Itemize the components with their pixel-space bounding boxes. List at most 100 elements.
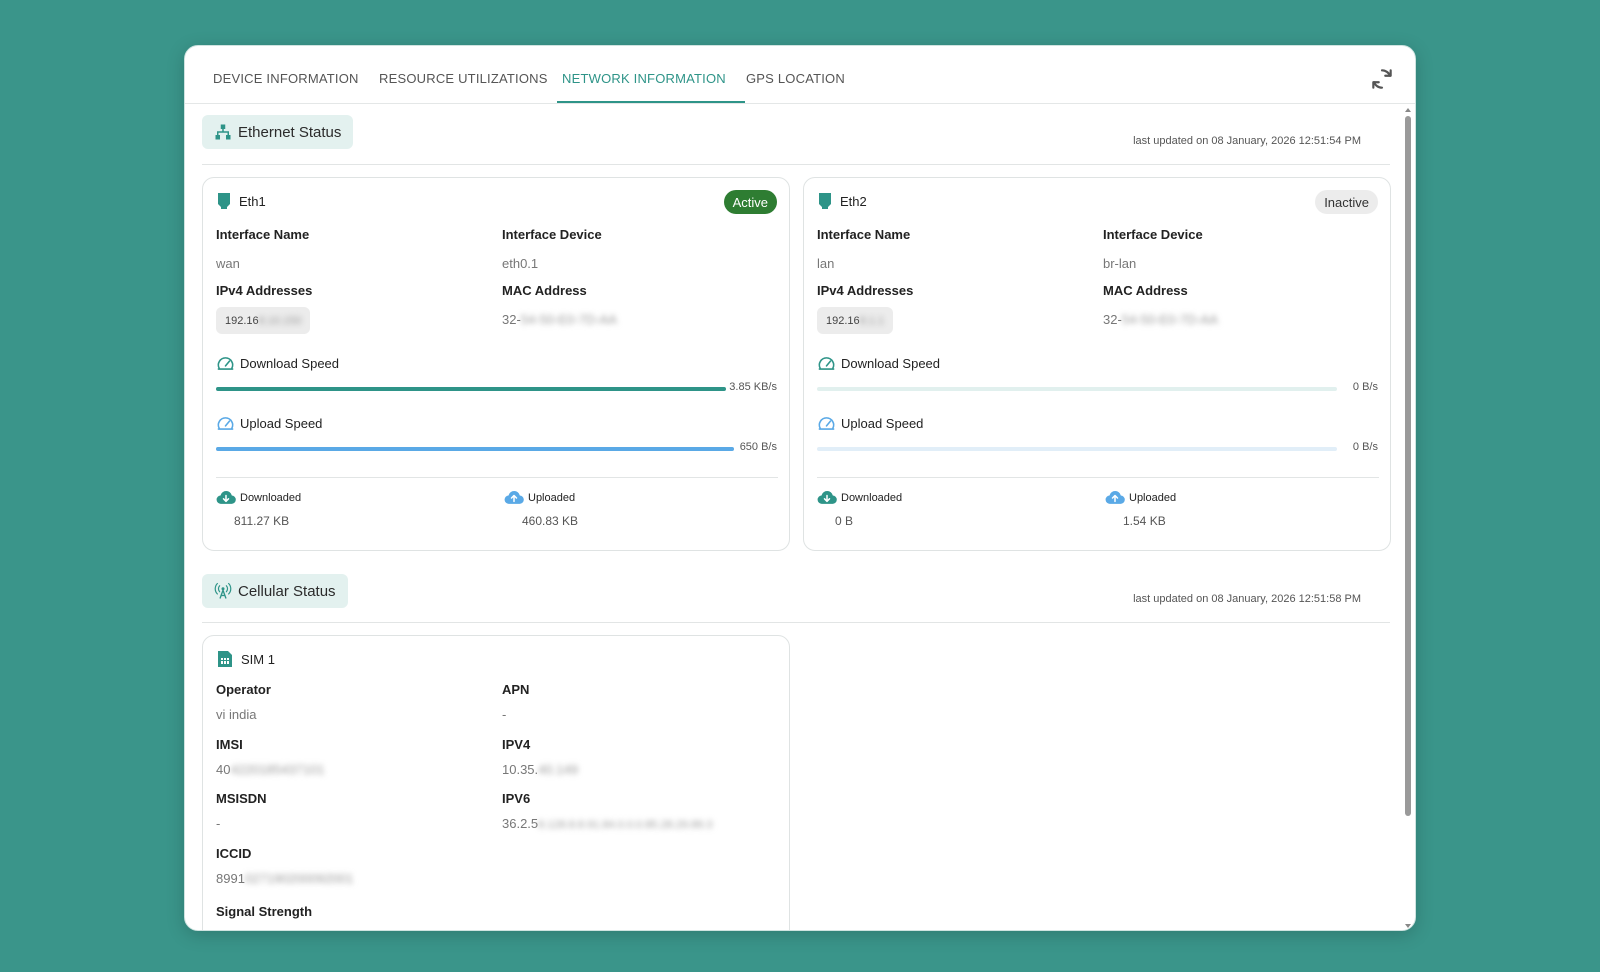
antenna-icon	[214, 582, 232, 599]
ipv4-visible: 192.16	[225, 314, 259, 327]
speedometer-icon	[217, 357, 234, 370]
eth2-title: Eth2	[818, 192, 867, 210]
status-badge: Inactive	[1315, 190, 1378, 214]
active-tab-indicator	[557, 101, 745, 103]
ipv4-chip: 192.16 8.1.1	[817, 307, 894, 334]
uploaded-text: Uploaded	[1129, 492, 1177, 504]
msisdn-label: MSISDN	[216, 791, 267, 806]
imsi-label: IMSI	[216, 737, 243, 752]
imsi-visible: 40	[216, 762, 231, 777]
operator-value: vi india	[216, 707, 257, 722]
status-badge: Active	[723, 190, 777, 214]
interface-device-label: Interface Device	[502, 227, 602, 242]
ipv6-visible: 36.2.5	[502, 816, 539, 831]
tab-device-information[interactable]: DEVICE INFORMATION	[213, 71, 359, 86]
network-icon	[215, 124, 231, 140]
speedometer-icon	[818, 357, 835, 370]
mac-visible: 32-	[1103, 312, 1122, 327]
refresh-icon[interactable]	[1369, 66, 1395, 92]
ipv4-label: IPv4 Addresses	[817, 283, 914, 298]
divider	[817, 477, 1379, 478]
mac-hidden: 54-50-E0-7D-AA	[1121, 312, 1218, 327]
eth2-card: Eth2 Inactive Interface Name lan Interfa…	[803, 177, 1391, 551]
mac-address-value: 32-54-50-E0-7D-AA	[502, 312, 617, 327]
download-speed-label: Download Speed	[240, 356, 340, 371]
uploaded-text: Uploaded	[528, 492, 576, 504]
downloaded-label: Downloaded	[216, 490, 301, 506]
scrollbar[interactable]	[1405, 108, 1411, 928]
upload-speed-row: Upload Speed	[817, 414, 923, 433]
downloaded-value: 0 B	[835, 514, 854, 528]
ipv4-visible: 192.16	[826, 314, 860, 327]
scroll-up-icon[interactable]	[1405, 108, 1411, 112]
mac-address-label: MAC Address	[1103, 283, 1188, 298]
cellular-updated-time: last updated on 08 January, 2026 12:51:5…	[1133, 593, 1361, 605]
upload-speed-value: 0 B/s	[1352, 441, 1378, 453]
upload-speed-track	[216, 447, 734, 451]
downloaded-label: Downloaded	[817, 490, 902, 506]
ipv6-hidden: 8.128.8.8.91.84.0.0.0.85.28.29.89.3	[538, 819, 713, 831]
ethernet-port-icon	[819, 193, 831, 209]
sim1-card: SIM 1 Operator vi india APN - IMSI 40422…	[202, 635, 790, 930]
ipv4-label: IPV4	[502, 737, 531, 752]
scrollbar-thumb[interactable]	[1405, 116, 1411, 816]
uploaded-value: 1.54 KB	[1123, 514, 1166, 528]
downloaded-text: Downloaded	[240, 492, 302, 504]
mac-hidden: 54-50-E0-7D-AA	[520, 312, 617, 327]
apn-label: APN	[502, 682, 530, 697]
tab-resource-utilizations[interactable]: RESOURCE UTILIZATIONS	[379, 71, 548, 86]
eth1-card: Eth1 Active Interface Name wan Interface…	[202, 177, 790, 551]
download-speed-label: Download Speed	[841, 356, 941, 371]
operator-label: Operator	[216, 682, 271, 697]
uploaded-label: Uploaded	[504, 490, 575, 506]
uploaded-value: 460.83 KB	[522, 514, 579, 528]
ipv4-value: 10.35.40.149	[502, 762, 578, 777]
tab-bar: DEVICE INFORMATION RESOURCE UTILIZATIONS…	[185, 46, 1415, 104]
cloud-download-icon	[817, 491, 837, 504]
imsi-value: 404220185437101	[216, 762, 324, 777]
scroll-down-icon[interactable]	[1405, 924, 1411, 928]
divider	[202, 622, 1390, 623]
download-speed-bar	[216, 387, 726, 391]
upload-speed-label: Upload Speed	[841, 416, 924, 431]
downloaded-text: Downloaded	[841, 492, 903, 504]
signal-strength-label: Signal Strength	[216, 904, 313, 919]
network-content: Ethernet Status last updated on 08 Janua…	[185, 105, 1395, 930]
uploaded-label: Uploaded	[1105, 490, 1176, 506]
mac-address-value: 32-54-50-E0-7D-AA	[1103, 312, 1218, 327]
ipv4-hidden: 8.1.1	[859, 314, 885, 327]
upload-speed-value: 650 B/s	[739, 441, 777, 453]
download-speed-row: Download Speed	[216, 354, 339, 373]
speedometer-icon	[217, 417, 234, 430]
ipv4-hidden: 40.149	[538, 762, 578, 777]
interface-device-label: Interface Device	[1103, 227, 1203, 242]
interface-name-value: wan	[216, 256, 240, 271]
download-speed-track	[817, 387, 1337, 391]
tab-network-information[interactable]: NETWORK INFORMATION	[562, 71, 726, 86]
network-panel: DEVICE INFORMATION RESOURCE UTILIZATIONS…	[184, 45, 1416, 931]
divider	[216, 477, 778, 478]
sim-card-icon	[218, 651, 232, 667]
iccid-label: ICCID	[216, 846, 252, 861]
mac-address-label: MAC Address	[502, 283, 587, 298]
downloaded-value: 811.27 KB	[234, 514, 290, 528]
divider	[202, 164, 1390, 165]
interface-name-value: lan	[817, 256, 835, 271]
download-speed-value: 3.85 KB/s	[729, 381, 777, 393]
interface-device-value: br-lan	[1103, 256, 1137, 271]
ipv4-visible: 10.35.	[502, 762, 539, 777]
upload-speed-track	[817, 447, 1337, 451]
eth1-title: Eth1	[217, 192, 266, 210]
tab-gps-location[interactable]: GPS LOCATION	[746, 71, 845, 86]
iccid-visible: 8991	[216, 871, 245, 886]
ethernet-status-title: Ethernet Status	[238, 123, 342, 141]
cloud-upload-icon	[1105, 491, 1125, 504]
imsi-hidden: 4220185437101	[230, 762, 325, 777]
download-speed-row: Download Speed	[817, 354, 940, 373]
interface-device-value: eth0.1	[502, 256, 539, 271]
sim1-name: SIM 1	[241, 651, 275, 667]
ipv4-chip: 192.16 8.10.150	[216, 307, 311, 334]
iccid-hidden: 027190200092001	[244, 871, 354, 886]
interface-name-label: Interface Name	[817, 227, 911, 242]
ethernet-port-icon	[218, 193, 230, 209]
